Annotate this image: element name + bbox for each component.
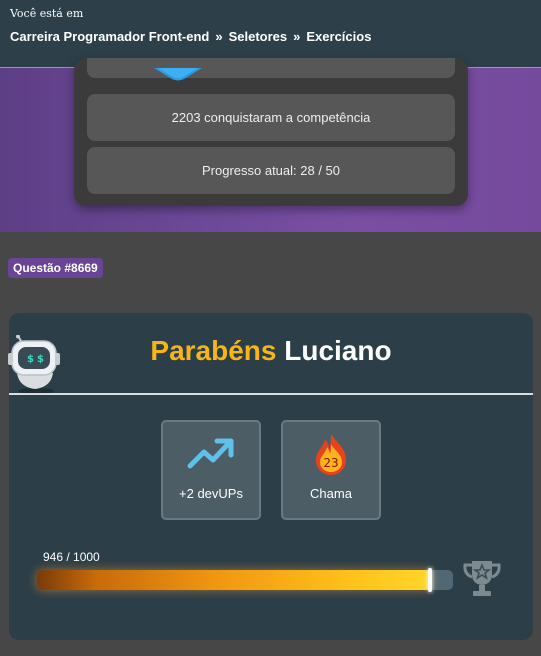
breadcrumb-selectors-link[interactable]: Seletores (229, 29, 288, 44)
breadcrumb-separator: » (293, 29, 301, 44)
competence-stat-partial (87, 58, 455, 78)
congrats-word: Parabéns (150, 335, 277, 366)
question-id-badge: Questão #8669 (8, 258, 103, 278)
flame-reward-card: 23 Chama (281, 420, 381, 520)
devups-reward-card: +2 devUPs (161, 420, 261, 520)
level-progress-marker (427, 568, 432, 592)
user-name: Luciano (284, 335, 392, 366)
flame-reward-label: Chama (310, 486, 352, 501)
breadcrumb: Carreira Programador Front-end » Seletor… (10, 29, 371, 44)
breadcrumb-career-link[interactable]: Carreira Programador Front-end (10, 29, 209, 44)
trending-up-icon (187, 438, 234, 469)
achievers-count: 2203 conquistaram a competência (87, 94, 455, 141)
current-progress: Progresso atual: 28 / 50 (87, 147, 455, 194)
trophy-icon (463, 561, 501, 596)
congrats-heading: Parabéns Luciano (9, 335, 533, 367)
breadcrumb-separator: » (215, 29, 223, 44)
badge-shield-icon (154, 68, 202, 81)
competence-card: 2203 conquistaram a competência Progress… (74, 58, 468, 206)
level-progress-text: 946 / 1000 (43, 550, 100, 564)
competence-hero: 2203 conquistaram a competência Progress… (0, 58, 541, 232)
level-progress-bar (37, 568, 453, 592)
you-are-in-label: Você está em (10, 7, 84, 20)
divider (9, 393, 533, 395)
level-progress-fill (37, 570, 431, 590)
result-panel: $ $ Parabéns Luciano +2 devUPs 23 Chama (8, 313, 533, 640)
devups-reward-label: +2 devUPs (179, 486, 243, 501)
breadcrumb-exercises-link[interactable]: Exercícios (306, 29, 371, 44)
flame-icon: 23 (316, 434, 346, 475)
flame-count: 23 (323, 456, 338, 470)
